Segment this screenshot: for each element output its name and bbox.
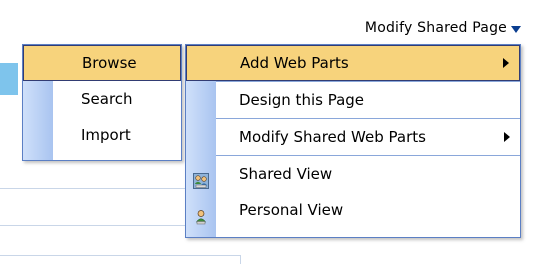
menu-item-label: Add Web Parts [240, 54, 349, 72]
chevron-right-icon [503, 58, 509, 68]
background-divider [0, 188, 186, 189]
background-divider [0, 225, 186, 226]
menu-item-label: Personal View [239, 201, 344, 219]
chevron-down-icon [511, 25, 521, 33]
menu-item-label: Search [81, 90, 133, 108]
mode-menu: Browse Search Import [22, 44, 182, 161]
menu-item-search[interactable]: Search [23, 81, 181, 117]
menu-item-modify-shared-web-parts[interactable]: Modify Shared Web Parts [186, 119, 520, 155]
modify-shared-page-menu-link[interactable]: Modify Shared Page [365, 20, 521, 36]
menu-item-label: Design this Page [239, 91, 365, 109]
menu-item-personal-view[interactable]: Personal View [186, 192, 520, 228]
menu-item-shared-view[interactable]: Shared View [186, 156, 520, 192]
background-input-edge [0, 255, 240, 256]
menu-item-add-web-parts[interactable]: Add Web Parts [186, 45, 520, 81]
menu-item-label: Browse [82, 54, 137, 72]
menu-item-label: Modify Shared Web Parts [239, 128, 426, 146]
menu-item-label: Shared View [239, 165, 333, 183]
modify-shared-page-menu: Add Web Parts Design this Page Modify Sh… [185, 44, 521, 238]
menu-item-label: Import [81, 126, 131, 144]
background-tab [0, 63, 18, 95]
modify-shared-page-label: Modify Shared Page [364, 20, 507, 36]
shared-view-icon [193, 166, 209, 189]
menu-item-browse[interactable]: Browse [23, 45, 181, 81]
menu-item-design-this-page[interactable]: Design this Page [186, 82, 520, 118]
personal-view-icon [193, 202, 209, 225]
menu-item-import[interactable]: Import [23, 117, 181, 153]
background-input-edge [240, 255, 241, 264]
chevron-right-icon [504, 132, 510, 142]
